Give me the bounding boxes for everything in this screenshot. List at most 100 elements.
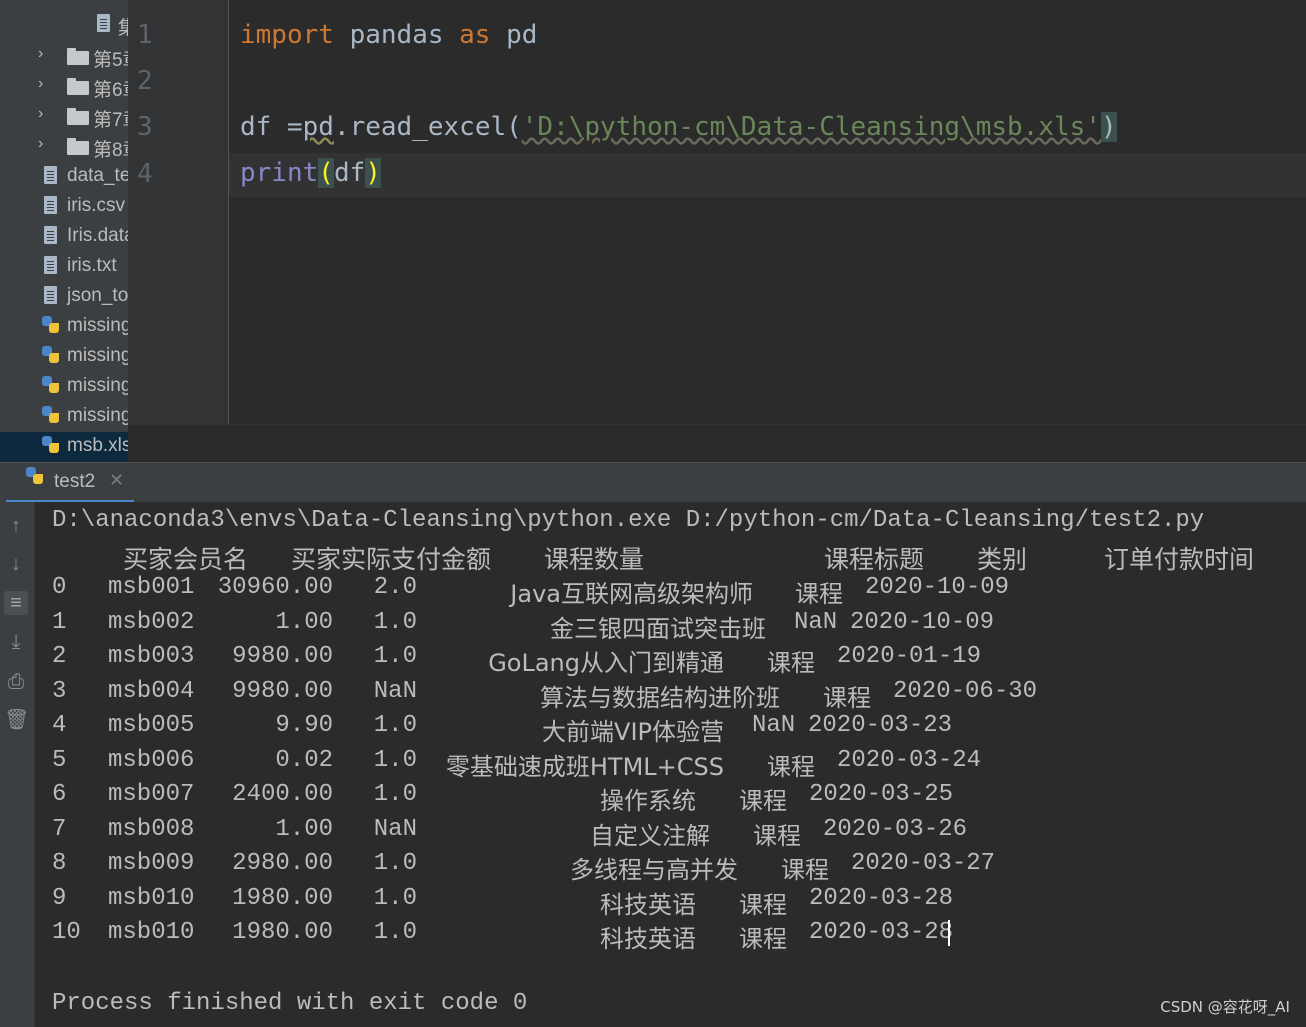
row-index: 2 bbox=[52, 643, 67, 670]
tree-item-label: missing bbox=[67, 315, 128, 336]
chevron-right-icon[interactable]: › bbox=[38, 76, 48, 92]
tree-item-label: 第6章 bbox=[93, 80, 128, 101]
builtin-print: print bbox=[240, 158, 319, 188]
tree-item[interactable]: › 第6章 bbox=[0, 72, 128, 102]
line-number: 1 bbox=[137, 20, 153, 50]
python-icon bbox=[26, 467, 44, 485]
keyword-import: import bbox=[240, 20, 334, 50]
amount-cell: 2400.00 bbox=[232, 781, 333, 808]
run-tab[interactable]: test2 ✕ bbox=[6, 463, 134, 503]
amount-cell: 1980.00 bbox=[232, 884, 333, 912]
code-text: df = bbox=[240, 112, 303, 142]
chevron-right-icon[interactable]: › bbox=[38, 136, 48, 152]
arrow-down-icon[interactable]: ↓ bbox=[4, 552, 28, 576]
column-header: 买家会员名 bbox=[123, 545, 249, 574]
trash-icon[interactable]: 🗑 bbox=[4, 708, 29, 732]
title-cell: GoLang从入门到精通 bbox=[488, 649, 724, 677]
line-number: 2 bbox=[137, 66, 153, 96]
amount-cell: 2980.00 bbox=[232, 850, 333, 877]
title-cell: 大前端VIP体验营 bbox=[542, 718, 724, 746]
tree-item-label: missing bbox=[67, 405, 128, 426]
column-header: 类别 bbox=[977, 545, 1028, 574]
quantity-cell: 1.0 bbox=[373, 746, 417, 774]
row-index: 9 bbox=[52, 884, 67, 912]
tree-item-label: data_te bbox=[67, 165, 128, 186]
folder-icon bbox=[67, 138, 89, 155]
code-line-1[interactable]: import pandas as pd bbox=[240, 20, 537, 50]
text-caret bbox=[948, 920, 950, 946]
row-index: 5 bbox=[52, 746, 67, 774]
member-cell: msb001 bbox=[108, 574, 195, 601]
tree-item-label: iris.txt bbox=[67, 255, 117, 276]
title-cell: 多线程与高并发 bbox=[570, 856, 738, 884]
print-icon[interactable]: ⎙ bbox=[4, 670, 28, 694]
time-cell: 2020-06-30 bbox=[893, 677, 1038, 705]
quantity-cell: 2.0 bbox=[373, 574, 417, 601]
tree-item[interactable]: data_te bbox=[0, 162, 128, 192]
tree-item[interactable]: msb.xls bbox=[0, 432, 128, 462]
code-editor[interactable] bbox=[229, 0, 1306, 424]
amount-cell: 0.02 bbox=[275, 746, 333, 774]
category-cell: 课程 bbox=[767, 752, 815, 781]
time-cell: 2020-03-26 bbox=[823, 815, 968, 843]
amount-cell: 9980.00 bbox=[232, 677, 333, 705]
time-cell: 2020-03-24 bbox=[837, 746, 982, 774]
tree-item[interactable]: json_to bbox=[0, 282, 128, 312]
file-icon bbox=[44, 196, 57, 214]
member-cell: msb005 bbox=[108, 712, 195, 739]
tree-item[interactable]: 集 bbox=[0, 10, 128, 40]
category-cell: 课程 bbox=[795, 580, 843, 608]
tree-item[interactable]: Iris.data bbox=[0, 222, 128, 252]
soft-wrap-icon[interactable]: ≡ bbox=[4, 591, 28, 615]
member-cell: msb010 bbox=[108, 884, 195, 912]
tree-item-label: 第8章 bbox=[93, 140, 128, 161]
chevron-right-icon[interactable]: › bbox=[38, 46, 48, 62]
tree-item[interactable]: › 第8章 bbox=[0, 132, 128, 162]
tree-item-label: missing bbox=[67, 345, 128, 366]
quantity-cell: 1.0 bbox=[373, 712, 417, 739]
tree-item-label: missing bbox=[67, 375, 128, 396]
tree-item[interactable]: iris.csv bbox=[0, 192, 128, 222]
column-header: 买家实际支付金额 bbox=[291, 545, 492, 574]
member-cell: msb008 bbox=[108, 815, 195, 843]
row-index: 10 bbox=[52, 919, 81, 946]
tree-item[interactable]: missing bbox=[0, 372, 128, 402]
code-line-4[interactable]: print(df) bbox=[240, 158, 381, 188]
category-cell: 课程 bbox=[739, 890, 787, 919]
category-cell: 课程 bbox=[767, 649, 815, 677]
chevron-right-icon[interactable]: › bbox=[38, 106, 48, 122]
tree-item-label: 第5章 bbox=[93, 50, 128, 71]
row-index: 8 bbox=[52, 850, 67, 877]
time-cell: 2020-03-28 bbox=[809, 884, 954, 912]
code-text: pd bbox=[302, 112, 334, 142]
tree-item[interactable]: › 第5章 bbox=[0, 42, 128, 72]
row-index: 7 bbox=[52, 815, 67, 843]
title-cell: 科技英语 bbox=[600, 925, 696, 953]
amount-cell: 1.00 bbox=[275, 815, 333, 843]
tree-item[interactable]: › 第7章 bbox=[0, 102, 128, 132]
code-text: .read_excel( bbox=[333, 112, 522, 142]
scroll-to-end-icon[interactable]: ⤓ bbox=[4, 630, 28, 654]
run-tool-header: test2 ✕ bbox=[0, 462, 1306, 503]
title-cell: 金三银四面试突击班 bbox=[550, 614, 766, 643]
row-index: 3 bbox=[52, 677, 67, 705]
tree-item[interactable]: missing bbox=[0, 342, 128, 372]
column-header: 课程数量 bbox=[544, 545, 645, 574]
column-header: 订单付款时间 bbox=[1104, 545, 1255, 574]
tree-item[interactable]: missing bbox=[0, 402, 128, 432]
editor-gutter bbox=[128, 0, 229, 424]
code-line-3[interactable]: df =pd.read_excel('D:\python-cm\Data-Cle… bbox=[240, 112, 1117, 142]
console-command: D:\anaconda3\envs\Data-Cleansing\python.… bbox=[52, 507, 1205, 534]
current-line-highlight bbox=[229, 153, 1306, 197]
arrow-up-icon[interactable]: ↑ bbox=[4, 514, 28, 538]
title-cell: 自定义注解 bbox=[590, 821, 710, 850]
tree-item-label: 第7章 bbox=[93, 110, 128, 131]
file-icon bbox=[44, 286, 57, 304]
panel-divider[interactable] bbox=[128, 424, 1306, 463]
tree-item[interactable]: iris.txt bbox=[0, 252, 128, 282]
tree-item[interactable]: missing bbox=[0, 312, 128, 342]
code-text: pd bbox=[490, 20, 538, 50]
column-header: 课程标题 bbox=[824, 545, 925, 574]
close-icon[interactable]: ✕ bbox=[109, 470, 124, 491]
member-cell: msb004 bbox=[108, 677, 195, 705]
